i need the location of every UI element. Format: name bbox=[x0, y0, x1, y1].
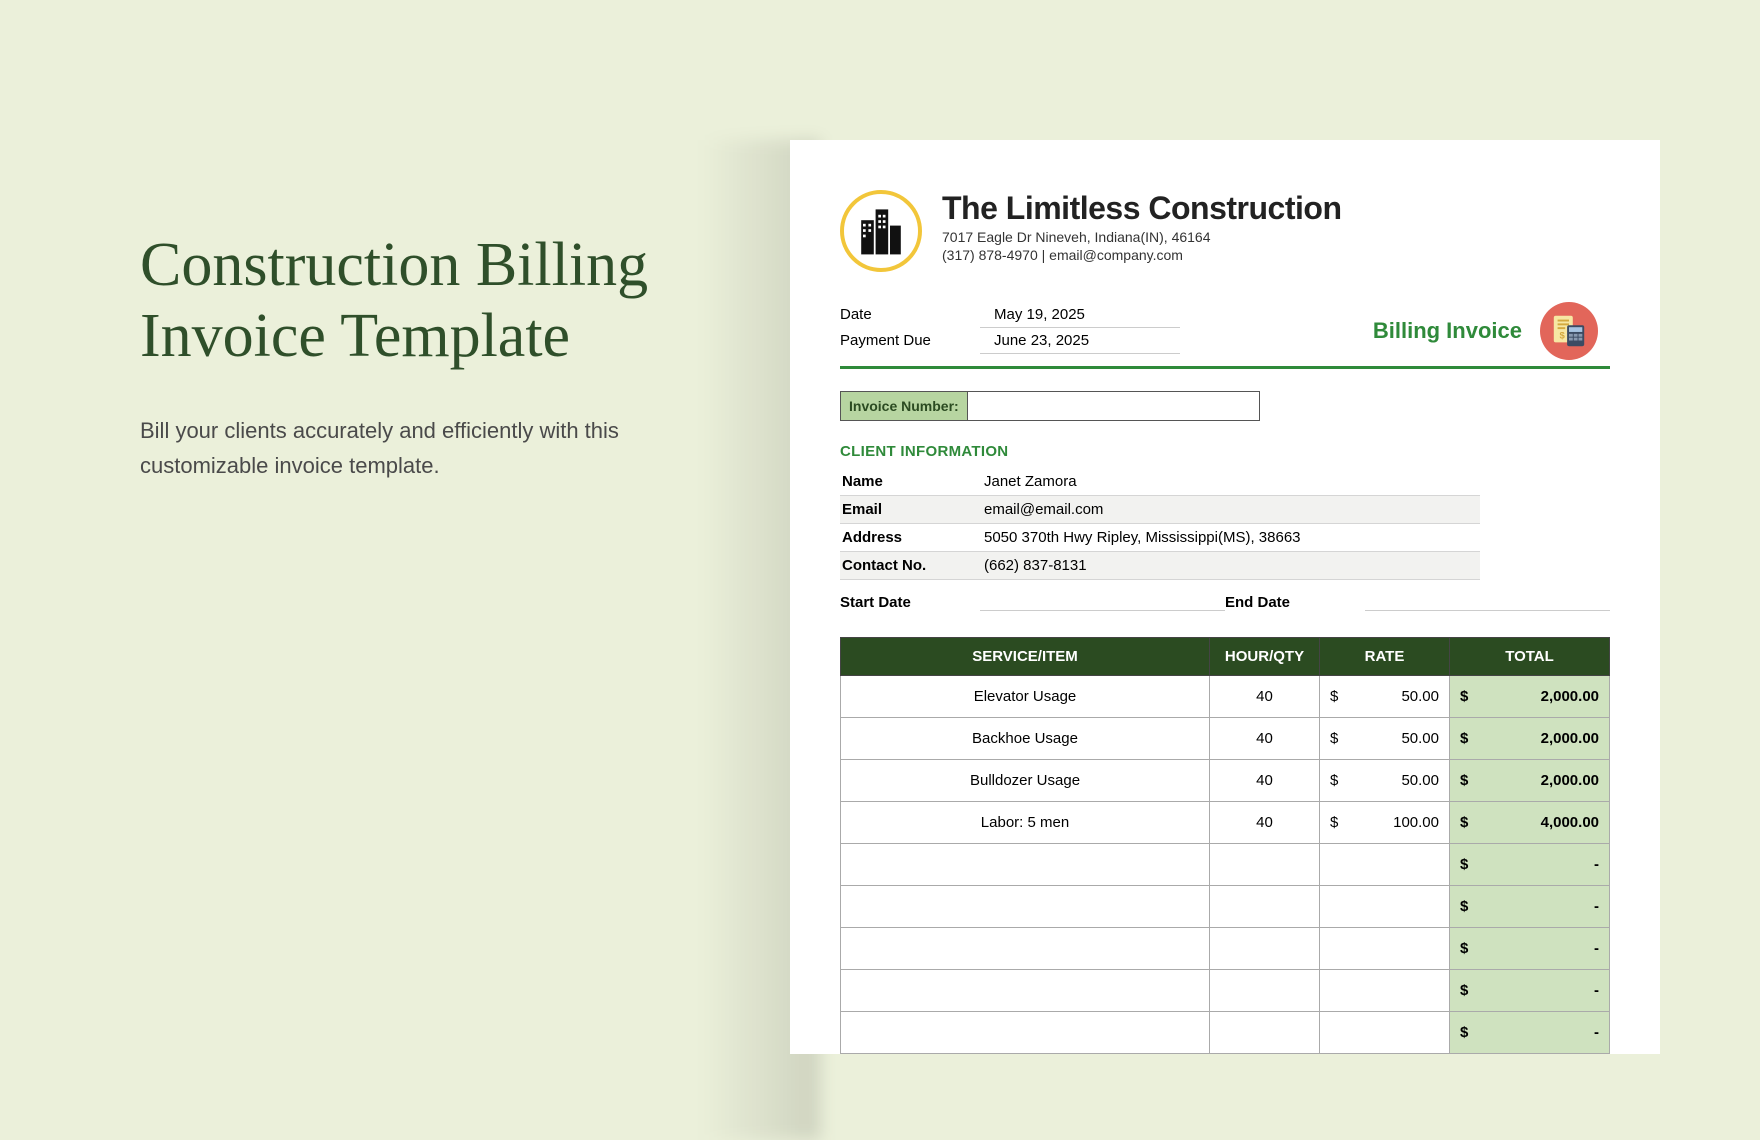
start-date-value[interactable] bbox=[980, 594, 1225, 611]
date-label: Date bbox=[840, 302, 980, 328]
client-address-value: 5050 370th Hwy Ripley, Mississippi(MS), … bbox=[980, 529, 1480, 546]
cell-qty: 40 bbox=[1210, 718, 1320, 760]
divider bbox=[840, 366, 1610, 369]
cell-total: $- bbox=[1450, 844, 1610, 886]
billing-invoice-label: Billing Invoice $ bbox=[1373, 302, 1610, 360]
cell-total: $2,000.00 bbox=[1450, 718, 1610, 760]
company-name: The Limitless Construction bbox=[942, 190, 1341, 227]
cell-rate bbox=[1320, 886, 1450, 928]
th-service: SERVICE/ITEM bbox=[841, 638, 1210, 676]
client-contact-label: Contact No. bbox=[840, 557, 980, 574]
cell-total: $- bbox=[1450, 928, 1610, 970]
project-dates: Start Date End Date bbox=[840, 594, 1610, 611]
cell-qty: 40 bbox=[1210, 676, 1320, 718]
cell-total: $2,000.00 bbox=[1450, 760, 1610, 802]
line-items-table: SERVICE/ITEM HOUR/QTY RATE TOTAL Elevato… bbox=[840, 637, 1610, 1054]
th-total: TOTAL bbox=[1450, 638, 1610, 676]
cell-qty bbox=[1210, 970, 1320, 1012]
cell-qty: 40 bbox=[1210, 760, 1320, 802]
client-info-title: CLIENT INFORMATION bbox=[840, 443, 1610, 460]
table-row: $- bbox=[841, 928, 1610, 970]
cell-service bbox=[841, 970, 1210, 1012]
cell-service bbox=[841, 844, 1210, 886]
table-row: Elevator Usage40$50.00$2,000.00 bbox=[841, 676, 1610, 718]
client-contact-value: (662) 837-8131 bbox=[980, 557, 1480, 574]
cell-qty bbox=[1210, 886, 1320, 928]
table-row: Bulldozer Usage40$50.00$2,000.00 bbox=[841, 760, 1610, 802]
date-value: May 19, 2025 bbox=[980, 302, 1180, 328]
end-date-value[interactable] bbox=[1365, 594, 1610, 611]
company-logo-icon bbox=[840, 190, 922, 272]
billing-invoice-text: Billing Invoice bbox=[1373, 318, 1522, 344]
end-date-label: End Date bbox=[1225, 594, 1365, 611]
table-row: Backhoe Usage40$50.00$2,000.00 bbox=[841, 718, 1610, 760]
cell-service: Bulldozer Usage bbox=[841, 760, 1210, 802]
promo-title: Construction Billing Invoice Template bbox=[140, 230, 660, 373]
cell-rate: $100.00 bbox=[1320, 802, 1450, 844]
cell-service bbox=[841, 886, 1210, 928]
cell-rate: $50.00 bbox=[1320, 760, 1450, 802]
cell-qty: 40 bbox=[1210, 802, 1320, 844]
table-row: $- bbox=[841, 1012, 1610, 1054]
promo-subtitle: Bill your clients accurately and efficie… bbox=[140, 413, 660, 483]
cell-total: $- bbox=[1450, 970, 1610, 1012]
cell-service: Backhoe Usage bbox=[841, 718, 1210, 760]
invoice-number-field: Invoice Number: bbox=[840, 391, 1260, 421]
client-email-value: email@email.com bbox=[980, 501, 1480, 518]
cell-service bbox=[841, 1012, 1210, 1054]
svg-text:$: $ bbox=[1560, 331, 1566, 342]
payment-due-value: June 23, 2025 bbox=[980, 328, 1180, 354]
company-address: 7017 Eagle Dr Nineveh, Indiana(IN), 4616… bbox=[942, 229, 1341, 245]
invoice-document: The Limitless Construction 7017 Eagle Dr… bbox=[790, 140, 1660, 1054]
cell-qty bbox=[1210, 928, 1320, 970]
client-info: Name Janet Zamora Email email@email.com … bbox=[840, 468, 1480, 580]
cell-service: Elevator Usage bbox=[841, 676, 1210, 718]
start-date-label: Start Date bbox=[840, 594, 980, 611]
cell-total: $- bbox=[1450, 886, 1610, 928]
client-name-label: Name bbox=[840, 473, 980, 490]
cell-total: $- bbox=[1450, 1012, 1610, 1054]
cell-rate bbox=[1320, 844, 1450, 886]
cell-qty bbox=[1210, 844, 1320, 886]
client-address-label: Address bbox=[840, 529, 980, 546]
cell-qty bbox=[1210, 1012, 1320, 1054]
cell-total: $4,000.00 bbox=[1450, 802, 1610, 844]
table-row: $- bbox=[841, 886, 1610, 928]
th-rate: RATE bbox=[1320, 638, 1450, 676]
invoice-number-label: Invoice Number: bbox=[841, 392, 968, 420]
table-row: $- bbox=[841, 970, 1610, 1012]
client-email-label: Email bbox=[840, 501, 980, 518]
th-qty: HOUR/QTY bbox=[1210, 638, 1320, 676]
cell-rate bbox=[1320, 928, 1450, 970]
company-contact: (317) 878-4970 | email@company.com bbox=[942, 247, 1341, 263]
company-phone: (317) 878-4970 bbox=[942, 247, 1038, 263]
payment-due-label: Payment Due bbox=[840, 328, 980, 354]
invoice-meta: Date May 19, 2025 Payment Due June 23, 2… bbox=[840, 302, 1180, 354]
table-row: Labor: 5 men40$100.00$4,000.00 bbox=[841, 802, 1610, 844]
cell-service: Labor: 5 men bbox=[841, 802, 1210, 844]
billing-icon: $ bbox=[1540, 302, 1598, 360]
table-row: $- bbox=[841, 844, 1610, 886]
cell-rate bbox=[1320, 970, 1450, 1012]
cell-total: $2,000.00 bbox=[1450, 676, 1610, 718]
promo-panel: Construction Billing Invoice Template Bi… bbox=[140, 230, 660, 483]
cell-service bbox=[841, 928, 1210, 970]
cell-rate: $50.00 bbox=[1320, 676, 1450, 718]
company-email: email@company.com bbox=[1049, 247, 1183, 263]
invoice-number-value[interactable] bbox=[968, 392, 1259, 420]
client-name-value: Janet Zamora bbox=[980, 473, 1480, 490]
cell-rate: $50.00 bbox=[1320, 718, 1450, 760]
cell-rate bbox=[1320, 1012, 1450, 1054]
